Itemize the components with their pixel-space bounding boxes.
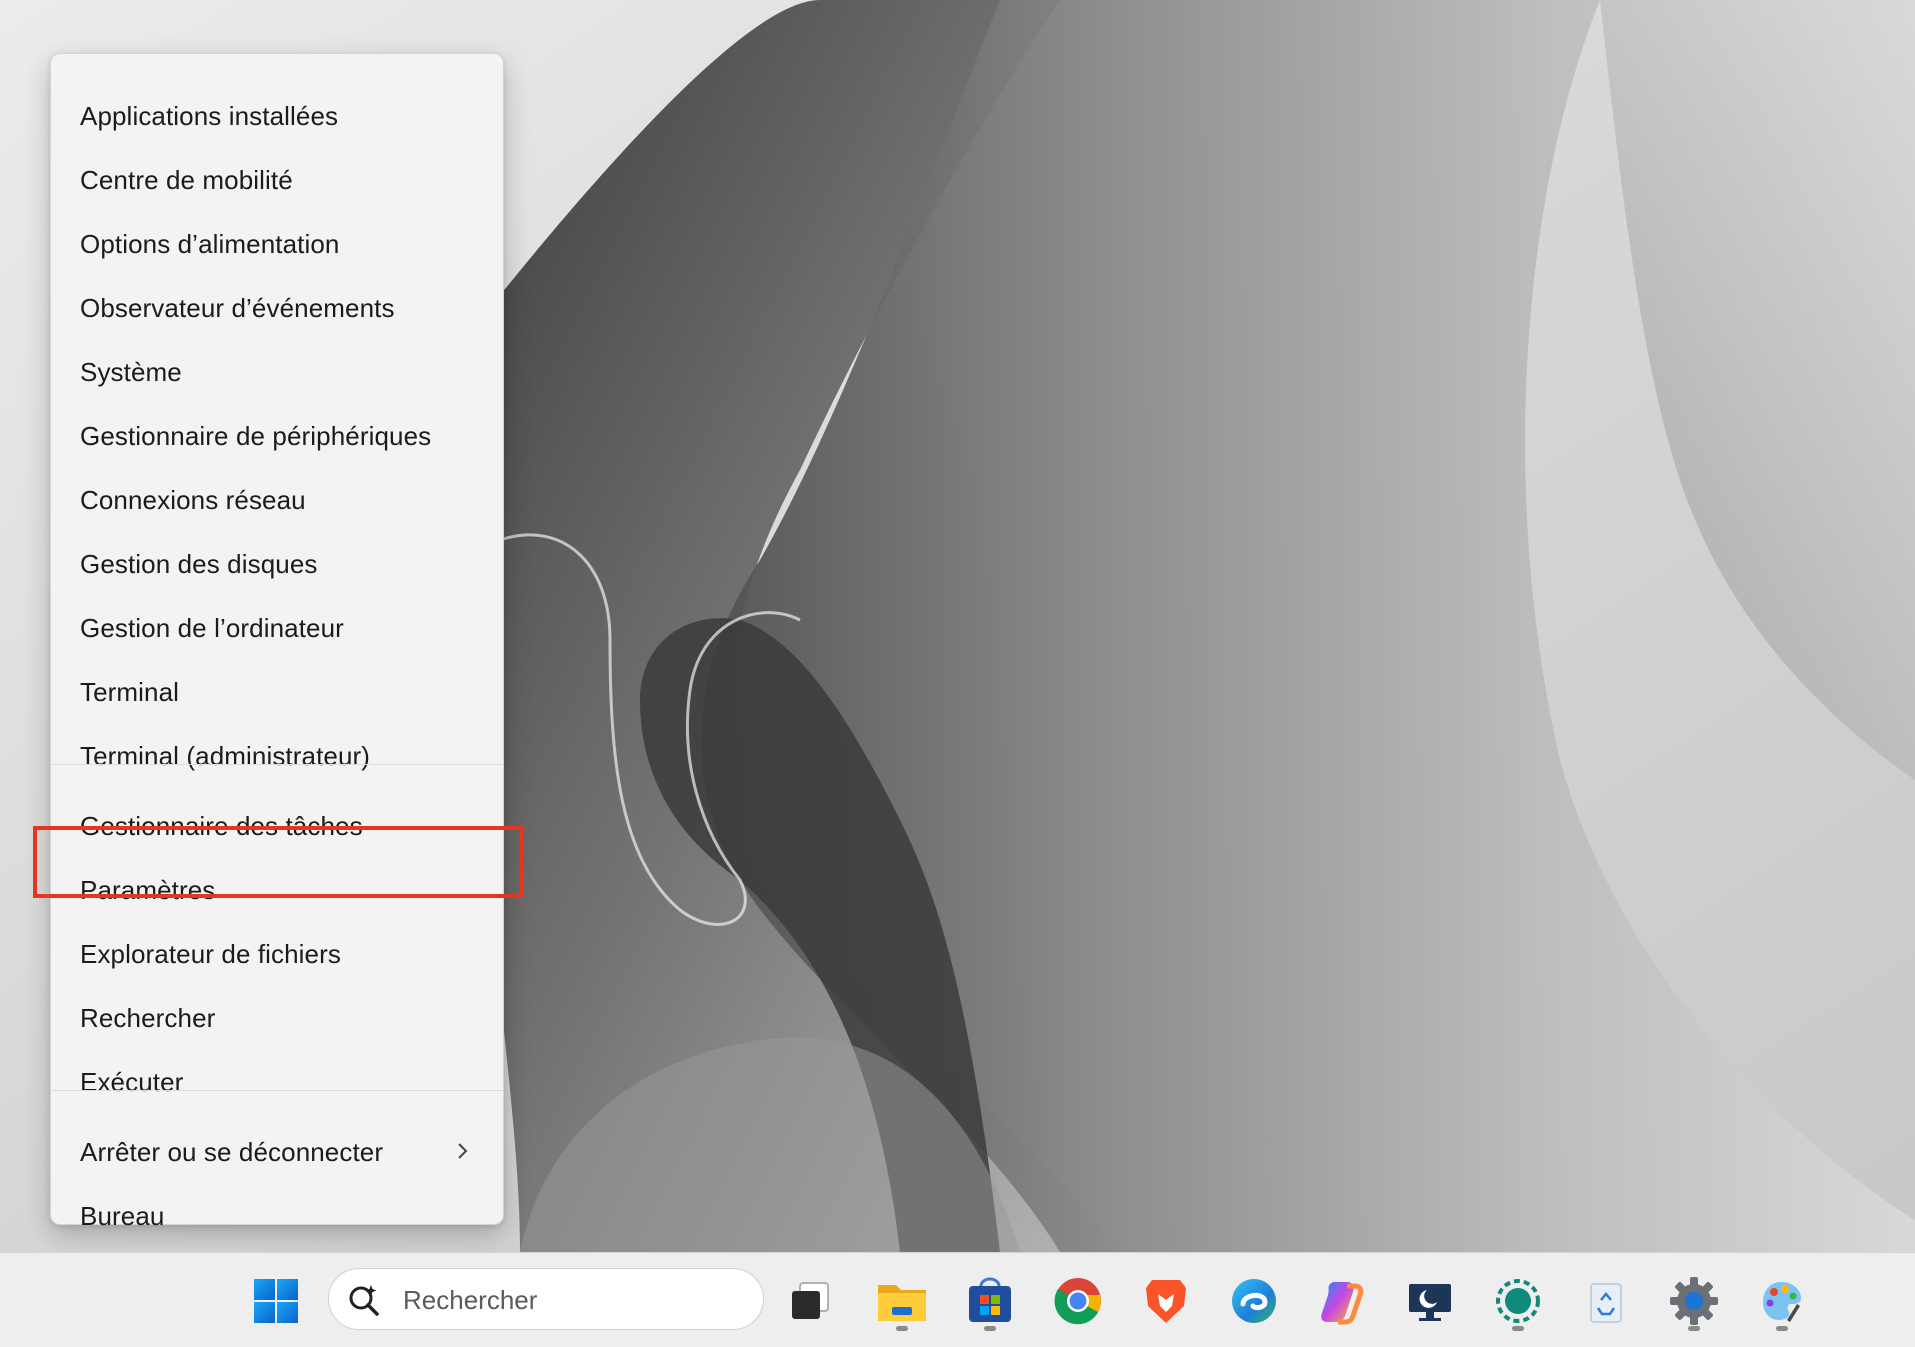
menu-item-label: Paramètres [80,874,216,905]
running-indicator [984,1326,996,1331]
menu-item-desktop[interactable]: Bureau [51,1187,503,1245]
running-indicator [1776,1326,1788,1331]
microsoft-store-icon [969,1277,1011,1322]
menu-item-file-explorer[interactable]: Explorateur de fichiers [51,925,503,983]
brave-icon [1146,1280,1186,1323]
settings-button[interactable] [1660,1267,1728,1335]
start-icon [254,1279,298,1323]
menu-item-label: Bureau [80,1200,165,1231]
menu-separator [51,1090,503,1091]
menu-item-power-options[interactable]: Options d’alimentation [51,215,503,273]
menu-item-installed-apps[interactable]: Applications installées [51,87,503,145]
menu-item-label: Centre de mobilité [80,164,293,195]
recycle-bin-button[interactable] [1572,1267,1640,1335]
menu-separator [51,764,503,765]
menu-item-system[interactable]: Système [51,343,503,401]
menu-item-settings[interactable]: Paramètres [51,861,503,919]
menu-item-label: Gestion des disques [80,548,318,579]
search-input[interactable] [401,1279,745,1321]
menu-item-terminal[interactable]: Terminal [51,663,503,721]
file-explorer-button[interactable] [868,1267,936,1335]
monitor-icon [1409,1284,1451,1321]
menu-item-label: Exécuter [80,1066,184,1097]
menu-item-label: Applications installées [80,100,339,131]
menu-item-device-manager[interactable]: Gestionnaire de périphériques [51,407,503,465]
settings-gear-icon [1670,1277,1718,1325]
microsoft-store-button[interactable] [956,1267,1024,1335]
search-icon [349,1285,379,1316]
win-x-context-menu: Applications installées Centre de mobili… [50,53,504,1231]
menu-item-label: Arrêter ou se déconnecter [80,1136,384,1167]
menu-item-network-connections[interactable]: Connexions réseau [51,471,503,529]
menu-item-computer-management[interactable]: Gestion de l’ordinateur [51,599,503,657]
screen-recorder-icon [1496,1279,1540,1323]
menu-item-label: Observateur d’événements [80,292,395,323]
menu-item-task-manager[interactable]: Gestionnaire des tâches [51,797,503,855]
menu-item-label: Options d’alimentation [80,228,340,259]
menu-item-mobility-center[interactable]: Centre de mobilité [51,151,503,209]
screen-recorder-button[interactable] [1484,1267,1552,1335]
menu-item-label: Gestionnaire de périphériques [80,420,432,451]
menu-item-event-viewer[interactable]: Observateur d’événements [51,279,503,337]
task-view-icon [792,1282,829,1319]
menu-item-label: Rechercher [80,1002,216,1033]
copilot-button[interactable] [1308,1267,1376,1335]
taskbar-search[interactable] [328,1268,764,1330]
menu-item-label: Gestion de l’ordinateur [80,612,344,643]
edge-button[interactable] [1220,1267,1288,1335]
running-indicator [1688,1326,1700,1331]
running-indicator [896,1326,908,1331]
recycle-bin-icon [1590,1283,1622,1323]
menu-item-shutdown-signout[interactable]: Arrêter ou se déconnecter [51,1123,503,1181]
chrome-icon [1054,1278,1101,1325]
edge-icon [1232,1279,1276,1323]
chrome-button[interactable] [1044,1267,1112,1335]
menu-item-disk-management[interactable]: Gestion des disques [51,535,503,593]
start-button[interactable] [242,1267,310,1335]
brave-button[interactable] [1132,1267,1200,1335]
menu-item-search[interactable]: Rechercher [51,989,503,1047]
menu-item-run[interactable]: Exécuter [51,1053,503,1111]
menu-item-label: Gestionnaire des tâches [80,810,363,841]
menu-item-label: Explorateur de fichiers [80,938,341,969]
taskbar [0,1252,1915,1347]
monitor-app-button[interactable] [1396,1267,1464,1335]
file-explorer-icon [878,1285,926,1321]
menu-item-terminal-admin[interactable]: Terminal (administrateur) [51,727,503,785]
paint-icon [1763,1282,1801,1322]
menu-item-label: Terminal [80,676,180,707]
task-view-button[interactable] [776,1267,844,1335]
chevron-right-icon [458,1143,468,1159]
paint-button[interactable] [1748,1267,1816,1335]
menu-item-label: Connexions réseau [80,484,306,515]
running-indicator [1512,1326,1524,1331]
copilot-icon [1321,1282,1364,1325]
menu-item-label: Terminal (administrateur) [80,740,371,771]
menu-item-label: Système [80,356,182,387]
